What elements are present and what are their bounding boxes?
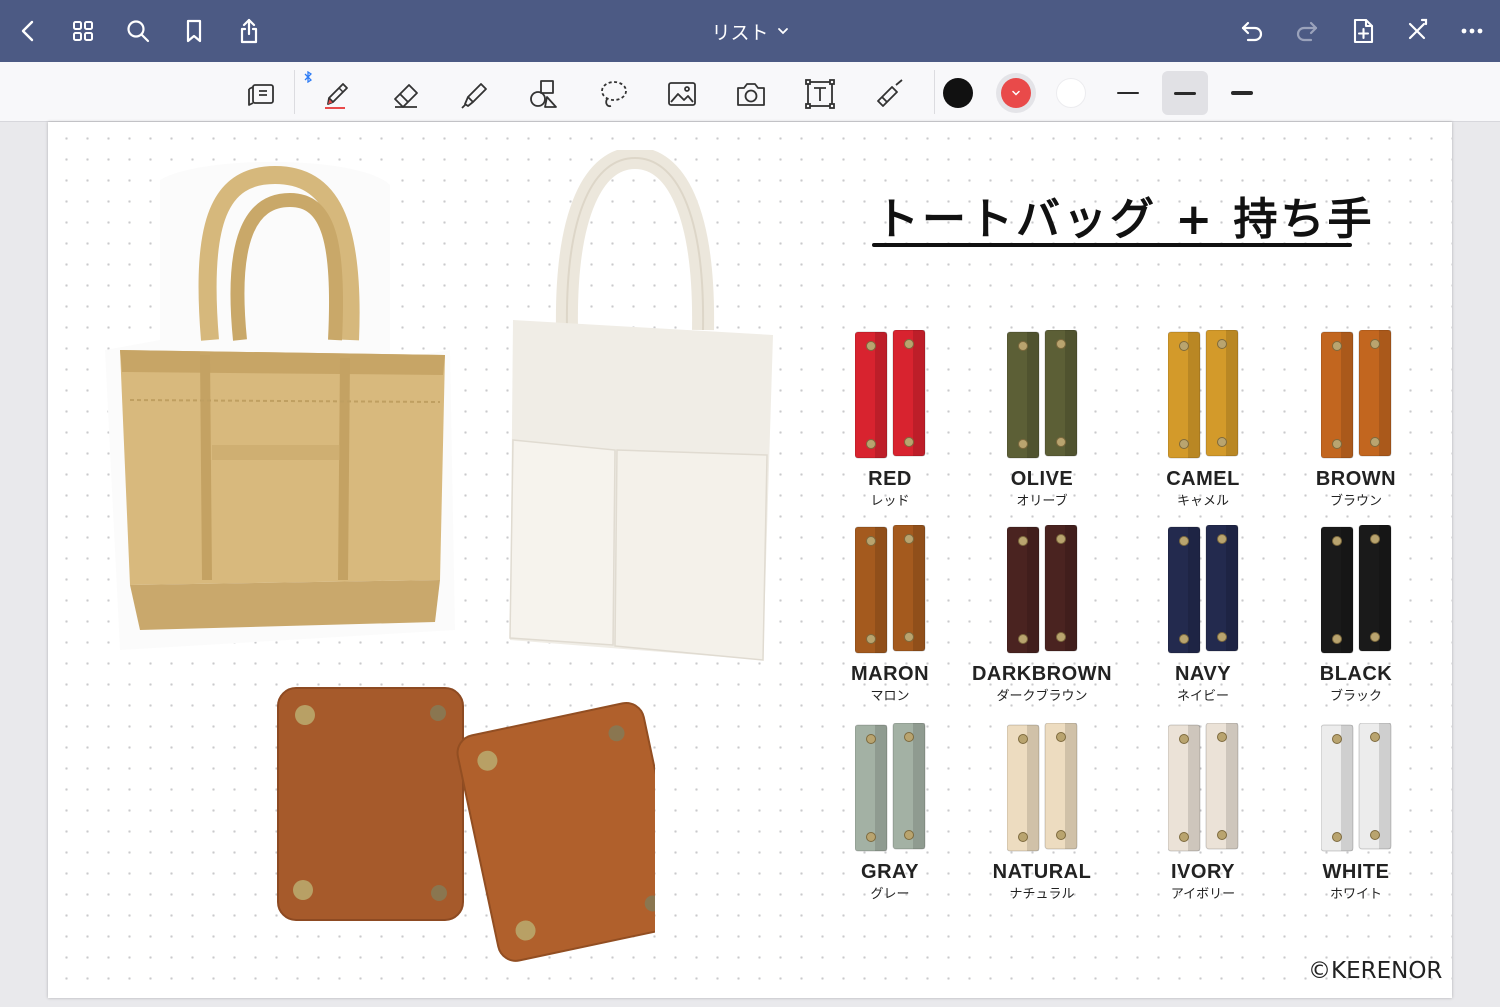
handle-color-item[interactable]: IVORY アイボリー [1128,723,1278,908]
color-swatch-white[interactable] [1056,78,1086,108]
handle-color-kana: レッド [870,494,910,509]
handle-color-kana: ブラック [1329,689,1382,704]
handle-color-name: BROWN [1315,468,1397,490]
read-mode-icon[interactable] [240,72,284,116]
handle-color-name: DARKBROWN [971,663,1113,685]
add-page-icon[interactable] [1345,13,1381,49]
handle-color-item[interactable]: RED レッド [815,330,965,515]
handle-color-item[interactable]: NAVY ネイビー [1128,525,1278,710]
handle-color-item[interactable]: MARON マロン [815,525,965,710]
back-icon[interactable] [10,13,46,49]
shapes-icon[interactable] [522,72,566,116]
handle-color-name: CAMEL [1166,468,1240,490]
heading-underline [872,243,1352,247]
handle-color-name: MARON [850,663,930,685]
handle-color-name: BLACK [1319,663,1393,685]
handle-color-kana: ブラウン [1329,494,1382,509]
handle-color-name: RED [868,468,912,490]
handle-color-kana: ナチュラル [1009,887,1075,902]
handle-color-item[interactable]: GRAY グレー [815,723,965,908]
image-icon[interactable] [660,72,704,116]
eraser-icon[interactable] [384,72,428,116]
handle-swatch-image [855,330,926,459]
bluetooth-icon [304,68,313,84]
color-swatch-black[interactable] [943,78,973,108]
handle-swatch-image [1321,330,1392,459]
redo-icon[interactable] [1289,13,1325,49]
handle-color-item[interactable]: BLACK ブラック [1281,525,1431,710]
document-title[interactable]: リスト [711,18,768,45]
handle-color-item[interactable]: OLIVE オリーブ [967,330,1117,515]
tan-tote-bag-image[interactable] [100,160,460,650]
handle-swatch-image [1007,525,1078,654]
highlighter-icon[interactable] [453,72,497,116]
drawing-toolbar [0,62,1500,122]
handle-color-kana: グレー [870,887,910,902]
lasso-icon[interactable] [591,72,635,116]
stroke-thick[interactable] [1219,71,1265,115]
more-icon[interactable] [1454,13,1490,49]
top-navigation-bar: リスト [0,0,1500,62]
handle-swatch-image [855,525,926,654]
share-icon[interactable] [231,13,267,49]
handle-swatch-image [1168,330,1239,459]
chevron-down-icon [1012,90,1020,96]
stroke-thin[interactable] [1105,71,1151,115]
handle-color-name: NAVY [1174,663,1232,685]
undo-icon[interactable] [1234,13,1270,49]
handle-swatch-image [1168,723,1239,852]
chevron-down-icon[interactable] [777,20,789,42]
handle-color-kana: マロン [870,689,910,704]
handle-color-name: WHITE [1322,861,1390,883]
color-swatch-red[interactable] [1001,78,1031,108]
white-tote-bag-image[interactable] [505,146,780,670]
copyright-text: ©KERENOR [1308,958,1443,984]
handle-color-kana: ホワイト [1329,887,1382,902]
grid-icon[interactable] [65,13,101,49]
handle-color-item[interactable]: NATURAL ナチュラル [967,723,1117,908]
handle-color-kana: ダークブラウン [996,689,1088,704]
handle-color-kana: アイボリー [1170,887,1236,902]
handle-color-kana: キャメル [1176,494,1229,509]
handle-color-name: IVORY [1171,861,1235,883]
handle-color-name: NATURAL [992,861,1092,883]
handle-color-name: GRAY [861,861,919,883]
camera-icon[interactable] [729,72,773,116]
handle-swatch-image [1007,330,1078,459]
pen-icon[interactable] [314,72,358,116]
leather-handle-pads-image[interactable] [275,685,686,970]
handle-color-kana: オリーブ [1016,494,1068,509]
handle-swatch-image [1321,525,1392,654]
handle-swatch-image [855,723,926,852]
handle-swatch-image [1321,723,1392,852]
handle-swatch-image [1168,525,1239,654]
search-icon[interactable] [120,13,156,49]
close-x-icon[interactable] [1399,13,1435,49]
handle-color-item[interactable]: BROWN ブラウン [1281,330,1431,515]
stroke-medium-selected[interactable] [1162,71,1208,115]
handle-color-kana: ネイビー [1176,689,1229,704]
handle-swatch-image [1007,723,1078,852]
handle-color-item[interactable]: DARKBROWN ダークブラウン [967,525,1117,710]
laser-pointer-icon[interactable] [867,72,911,116]
bookmark-icon[interactable] [176,13,212,49]
page-heading: トートバッグ + 持ち手 [875,194,1375,245]
handle-color-item[interactable]: CAMEL キャメル [1128,330,1278,515]
text-box-icon[interactable] [798,72,842,116]
handle-color-item[interactable]: WHITE ホワイト [1281,723,1431,908]
handle-color-name: OLIVE [1010,468,1074,490]
